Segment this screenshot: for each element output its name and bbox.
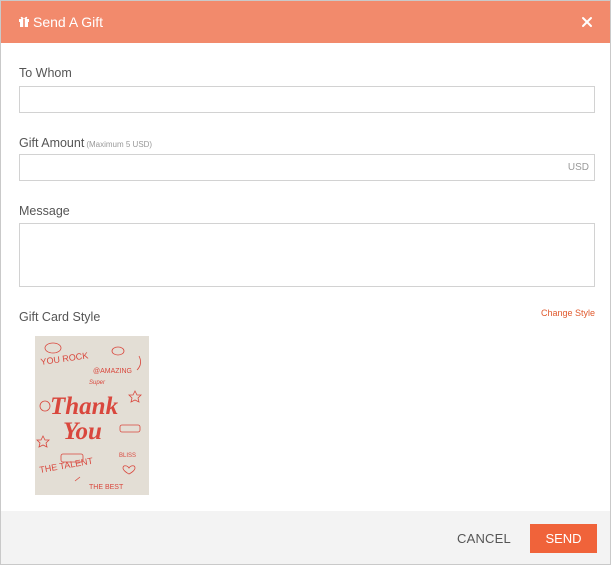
gift-amount-field[interactable]: USD (19, 154, 595, 181)
change-style-link[interactable]: Change Style (541, 308, 595, 318)
gift-amount-label-text: Gift Amount (19, 136, 85, 150)
to-whom-label: To Whom (19, 66, 72, 81)
card-text-super: Super (89, 380, 106, 386)
card-text-bliss: BLISS (119, 453, 136, 459)
card-text-amazing: @AMAZING (93, 368, 132, 375)
gift-card-image[interactable]: YOU ROCK @AMAZING Super Thank You THE TA… (35, 336, 149, 495)
gift-icon (19, 16, 29, 27)
message-label-text: Message (19, 204, 70, 218)
gift-card-style-label: Gift Card Style (19, 310, 100, 325)
gift-amount-label: Gift Amount (Maximum 5 USD) (19, 136, 152, 152)
currency-unit: USD (567, 162, 589, 173)
message-textarea[interactable] (20, 224, 594, 286)
card-text-thank: Thank (50, 393, 119, 420)
close-icon[interactable] (578, 13, 596, 31)
card-text-best: THE BEST (89, 484, 124, 491)
send-button[interactable]: SEND (530, 524, 597, 553)
to-whom-input[interactable] (20, 87, 594, 112)
cancel-button[interactable]: CANCEL (457, 531, 511, 546)
message-label: Message (19, 204, 70, 219)
card-text-you: You (63, 418, 102, 445)
message-field[interactable] (19, 223, 595, 287)
to-whom-field[interactable] (19, 86, 595, 113)
gift-amount-hint: (Maximum 5 USD) (86, 140, 153, 149)
dialog-header: Send A Gift (1, 1, 610, 43)
dialog-title: Send A Gift (33, 14, 104, 30)
gift-card-style-label-text: Gift Card Style (19, 310, 101, 324)
to-whom-label-text: To Whom (19, 66, 72, 80)
send-gift-dialog: Send A Gift To Whom Gift Amount (Maximum … (0, 0, 611, 565)
dialog-footer: CANCEL SEND (1, 511, 610, 564)
gift-amount-input[interactable] (20, 155, 594, 180)
